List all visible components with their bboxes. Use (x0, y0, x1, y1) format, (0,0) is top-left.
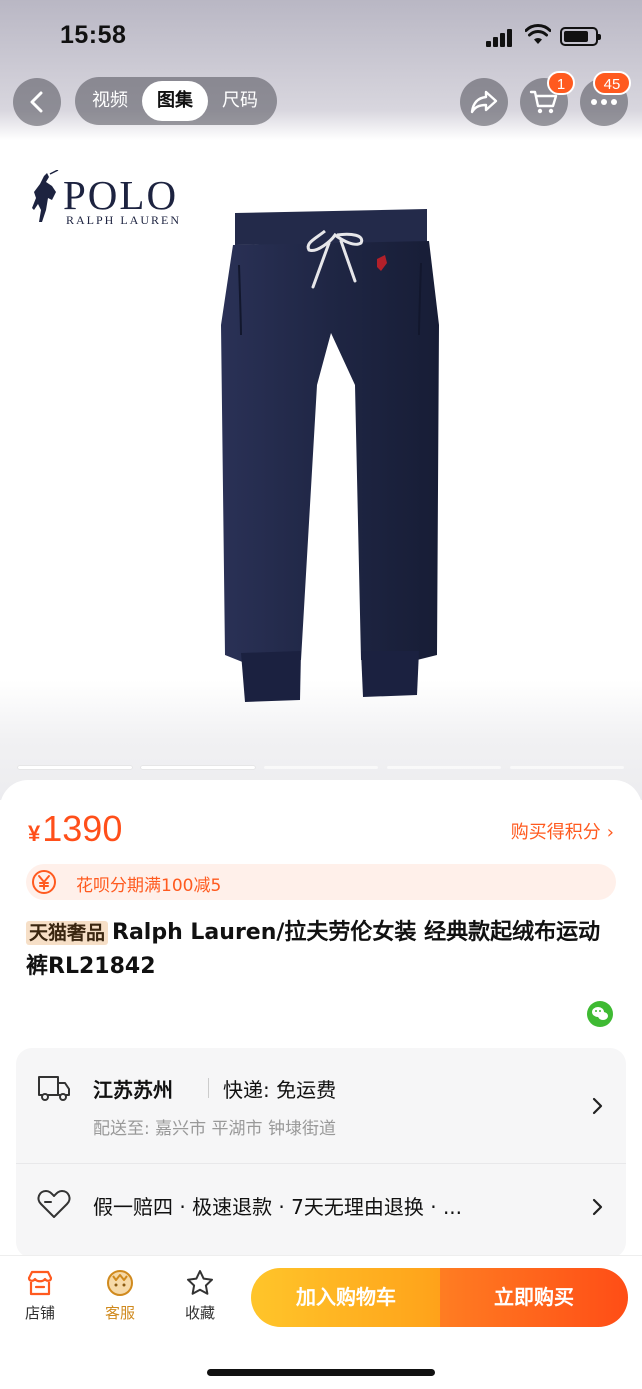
customer-service-button[interactable]: 客服 (90, 1268, 150, 1323)
yen-coin-icon (32, 870, 56, 894)
heart-shield-icon (37, 1190, 71, 1218)
buy-now-button[interactable]: 立即购买 (440, 1268, 628, 1327)
slide-dot (510, 766, 624, 769)
tab-gallery[interactable]: 图集 (142, 81, 208, 121)
points-link-label: 购买得积分 (510, 822, 601, 843)
brand-logo: POLO RALPH LAUREN (30, 168, 190, 228)
chevron-right-icon[interactable] (592, 1198, 604, 1216)
back-icon (30, 91, 43, 113)
points-link[interactable]: 购买得积分 › (511, 818, 614, 844)
polo-player-icon (32, 170, 59, 222)
star-icon (187, 1270, 213, 1295)
battery-icon (560, 27, 601, 46)
wechat-share-button[interactable] (587, 1001, 613, 1027)
image-slide-indicator (18, 766, 624, 769)
promo-text: 花呗分期满100减5 (76, 876, 222, 896)
product-price: ¥1390 (28, 808, 122, 850)
brand-logo-text: POLO (63, 172, 179, 218)
add-to-cart-button[interactable]: 加入购物车 (251, 1268, 441, 1327)
product-title: 天猫奢品 Ralph Lauren/拉夫劳伦女装 经典款起绒布运动裤RL21842 (26, 916, 616, 984)
price-currency: ¥ (28, 821, 41, 846)
slide-dot (141, 766, 255, 769)
more-icon (591, 99, 617, 105)
price-value: 1390 (42, 808, 123, 849)
tab-size[interactable]: 尺码 (207, 81, 273, 121)
favorite-button[interactable]: 收藏 (170, 1268, 230, 1323)
media-tabs: 视频 图集 尺码 (75, 77, 277, 125)
status-time: 15:58 (60, 21, 127, 49)
divider (208, 1078, 209, 1098)
store-button[interactable]: 店铺 (10, 1268, 70, 1323)
product-pants-image (221, 209, 439, 702)
service-label: 客服 (104, 1304, 135, 1322)
slide-dot (264, 766, 378, 769)
message-count-badge: 45 (593, 71, 631, 95)
shipping-fee: 快递: 免运费 (223, 1078, 337, 1102)
home-indicator[interactable] (207, 1369, 435, 1376)
deliver-to-address[interactable]: 配送至: 嘉兴市 平湖市 钟埭街道 (93, 1114, 336, 1139)
share-icon (470, 90, 498, 114)
cellular-signal-icon (486, 27, 518, 47)
tmall-luxury-tag: 天猫奢品 (26, 921, 109, 945)
favorite-label: 收藏 (184, 1304, 215, 1322)
wechat-icon (592, 1007, 608, 1020)
service-guarantees[interactable]: 假一赔四 · 极速退款 · 7天无理由退换 · ... (93, 1191, 553, 1220)
status-bar: 15:58 (0, 0, 642, 70)
wifi-icon (525, 24, 551, 44)
brand-logo-subtext: RALPH LAUREN (66, 213, 182, 227)
promo-banner[interactable]: 花呗分期满100减5 (26, 864, 616, 900)
share-button[interactable] (460, 78, 508, 126)
divider (16, 1163, 626, 1164)
customer-service-icon (107, 1270, 133, 1296)
product-title-text: Ralph Lauren/拉夫劳伦女装 经典款起绒布运动裤RL21842 (26, 920, 601, 979)
slide-dot (18, 766, 132, 769)
store-icon (27, 1270, 53, 1296)
slide-dot (387, 766, 501, 769)
chevron-right-icon[interactable] (592, 1097, 604, 1115)
chevron-right-icon: › (606, 822, 614, 843)
cart-count-badge: 1 (547, 71, 575, 95)
truck-icon (38, 1076, 70, 1101)
back-button[interactable] (13, 78, 61, 126)
store-label: 店铺 (24, 1304, 55, 1322)
tab-video[interactable]: 视频 (77, 81, 143, 121)
ship-from-location: 江苏苏州 (93, 1078, 173, 1102)
